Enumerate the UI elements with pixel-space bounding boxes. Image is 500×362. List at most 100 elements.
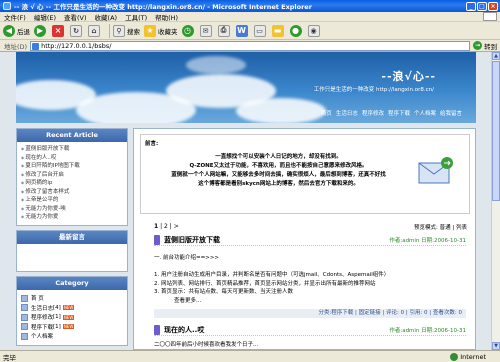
folder-icon: [21, 304, 28, 312]
category-heading: Category: [17, 276, 127, 290]
category-item-program-mods[interactable]: 程序修改 [1] NEW: [21, 313, 123, 323]
read-more-link[interactable]: 查看更多...: [154, 297, 466, 306]
page-icon: [32, 42, 40, 50]
post-line: 2. 网站列表、网站排行、首页精品推荐，首页显示网站分类，并显示出所有最新的推荐…: [154, 280, 376, 287]
menu-view[interactable]: 查看(V): [64, 12, 87, 22]
recent-article-link[interactable]: 夏日阡陌的IP地图下载: [21, 162, 123, 171]
folder-button[interactable]: ▬: [271, 24, 286, 37]
back-button[interactable]: ◀ 后退: [3, 24, 30, 37]
recent-article-link[interactable]: 修改了留言本样式: [21, 188, 123, 197]
home-button[interactable]: ⌂: [88, 24, 102, 37]
forward-button[interactable]: ▶: [34, 24, 48, 37]
go-button[interactable]: → 转到: [473, 41, 497, 51]
close-button[interactable]: ×: [488, 1, 498, 11]
post-marker-icon: [154, 324, 160, 335]
stop-button[interactable]: ×: [52, 24, 66, 37]
menu-help[interactable]: 帮助(H): [155, 12, 178, 22]
page-viewport[interactable]: --浪√心-- 工作只是生活的一种改变 http://langxin.or8.c…: [0, 52, 491, 350]
edit-icon: W: [235, 24, 248, 37]
discuss-button[interactable]: ▭: [253, 24, 268, 37]
toolbar-divider: [109, 23, 110, 38]
recent-article-link[interactable]: 蓝侧旧版开放下载: [21, 145, 123, 154]
address-bar: 地址(D) http://127.0.0.1/bsbs/ → 转到: [0, 40, 500, 52]
nav-profile[interactable]: 个人档案: [414, 109, 436, 117]
category-item-life-log[interactable]: 生活日志 [4] NEW: [21, 303, 123, 313]
recent-article-heading: Recent Article: [17, 129, 127, 142]
mail-button[interactable]: ✉: [199, 24, 214, 37]
favorites-button[interactable]: ★ 收藏夹: [144, 24, 178, 37]
page-next[interactable]: >: [174, 223, 179, 230]
category-label: 程序下载: [31, 324, 54, 331]
print-button[interactable]: ⎙: [217, 24, 232, 37]
home-icon: ⌂: [88, 24, 100, 37]
messenger-icon: ●: [289, 24, 302, 37]
post-body: 二〇〇四年前后小时候喜欢看我发个日子...: [154, 341, 466, 350]
post-title[interactable]: 蓝侧旧版开放下载: [164, 235, 220, 245]
search-icon: ⚲: [113, 24, 125, 37]
post-header: 现在的人..哎 作者:admin 日期:2006-10-31: [154, 324, 466, 336]
scroll-up-icon[interactable]: ▲: [492, 52, 500, 60]
address-url: http://127.0.0.1/bsbs/: [41, 41, 112, 50]
scroll-thumb[interactable]: [492, 61, 500, 201]
preface-title: 前言:: [145, 141, 159, 147]
site-title[interactable]: --浪√心--: [381, 68, 436, 84]
window-title-bar[interactable]: -- 浪 √ 心 -- 工作只是生活的一种改变 http://langxin.o…: [0, 0, 500, 12]
page-1[interactable]: 1: [154, 223, 158, 230]
search-label: 搜索: [127, 27, 140, 36]
menu-file[interactable]: 文件(F): [4, 12, 26, 22]
history-button[interactable]: ◷: [181, 24, 196, 37]
menu-tools[interactable]: 工具(T): [125, 12, 147, 22]
category-item-program-download[interactable]: 程序下载 [1] NEW: [21, 322, 123, 332]
category-count: [4]: [53, 304, 61, 311]
vertical-scrollbar[interactable]: ▲ ▼: [491, 52, 500, 350]
preface-line: 一直想找个可以安装个人日记的地方，却没有找到。: [215, 154, 342, 160]
nav-home[interactable]: 首页: [321, 109, 332, 117]
category-count: [1]: [53, 323, 61, 330]
preface-line: 这个博客都是看别skycn网站上的博客，然后去官方下载和来的。: [198, 181, 359, 187]
page-2[interactable]: 2: [164, 223, 168, 230]
nav-program-download[interactable]: 程序下载: [388, 109, 410, 117]
guestbook-box: 最新留言: [16, 229, 128, 272]
view-mode-toggle[interactable]: 预览模式: 普通 | 列表: [414, 223, 467, 231]
address-input[interactable]: http://127.0.0.1/bsbs/: [30, 40, 471, 51]
nav-life-log[interactable]: 生活日志: [336, 109, 358, 117]
category-item-profile[interactable]: 个人档案: [21, 332, 123, 342]
maximize-button[interactable]: □: [477, 1, 487, 11]
toolbar: ◀ 后退 ▶ × ↻ ⌂ ⚲ 搜索 ★ 收藏夹 ◷ ✉ ⎙ W ▭ ▬ ● ◉: [0, 22, 500, 40]
nav-guestbook[interactable]: 给我留言: [440, 109, 462, 117]
recent-article-link[interactable]: 无能力为你爱-唉: [21, 205, 123, 214]
post-footer[interactable]: 分类:程序下载 | 固定链接 | 评论: 0 | 引用: 0 | 查看次数: 0: [154, 309, 466, 318]
post-meta: 作者:admin 日期:2006-10-31: [389, 327, 466, 334]
post-line: 1. 用户注册自动生成用户目录，并判断名是否有问题中（可选jmail、Cdont…: [154, 272, 390, 278]
address-label: 地址(D): [4, 42, 28, 51]
status-text: 完毕: [3, 353, 16, 362]
messenger-button[interactable]: ●: [289, 24, 304, 37]
ie-icon: [3, 2, 11, 10]
recent-article-box: Recent Article 蓝侧旧版开放下载 现在的人..哎 夏日阡陌的IP地…: [16, 128, 128, 226]
security-zone: Internet: [450, 352, 486, 361]
star-icon: ★: [144, 24, 156, 37]
window-title: -- 浪 √ 心 -- 工作只是生活的一种改变 http://langxin.o…: [14, 3, 312, 11]
edit-button[interactable]: W: [235, 24, 250, 37]
category-item-home[interactable]: 首 页: [21, 294, 123, 304]
cloud-decoration: [236, 98, 326, 123]
menu-edit[interactable]: 编辑(E): [34, 12, 56, 22]
refresh-button[interactable]: ↻: [70, 24, 84, 37]
site-nav: 首页 生活日志 程序修改 程序下载 个人档案 给我留言: [321, 109, 462, 117]
recent-article-link[interactable]: 现在的人..哎: [21, 154, 123, 163]
person-icon: [21, 332, 28, 340]
search-button[interactable]: ⚲ 搜索: [113, 24, 140, 37]
scroll-down-icon[interactable]: ▼: [492, 342, 500, 350]
post-title[interactable]: 现在的人..哎: [164, 325, 204, 335]
globe-icon: [450, 352, 459, 361]
recent-article-link[interactable]: 修改了后台开启: [21, 171, 123, 180]
post-meta: 作者:admin 日期:2006-10-31: [389, 237, 466, 244]
minimize-button[interactable]: _: [466, 1, 476, 11]
recent-article-link[interactable]: 上帝是公平的: [21, 196, 123, 205]
recent-article-link[interactable]: 无能力为你爱: [21, 213, 123, 222]
recent-article-link[interactable]: 网页摘的ip: [21, 179, 123, 188]
new-badge: NEW: [62, 314, 75, 320]
qq-button[interactable]: ◉: [307, 24, 322, 37]
menu-favorites[interactable]: 收藏(A): [95, 12, 118, 22]
nav-program-mods[interactable]: 程序修改: [362, 109, 384, 117]
